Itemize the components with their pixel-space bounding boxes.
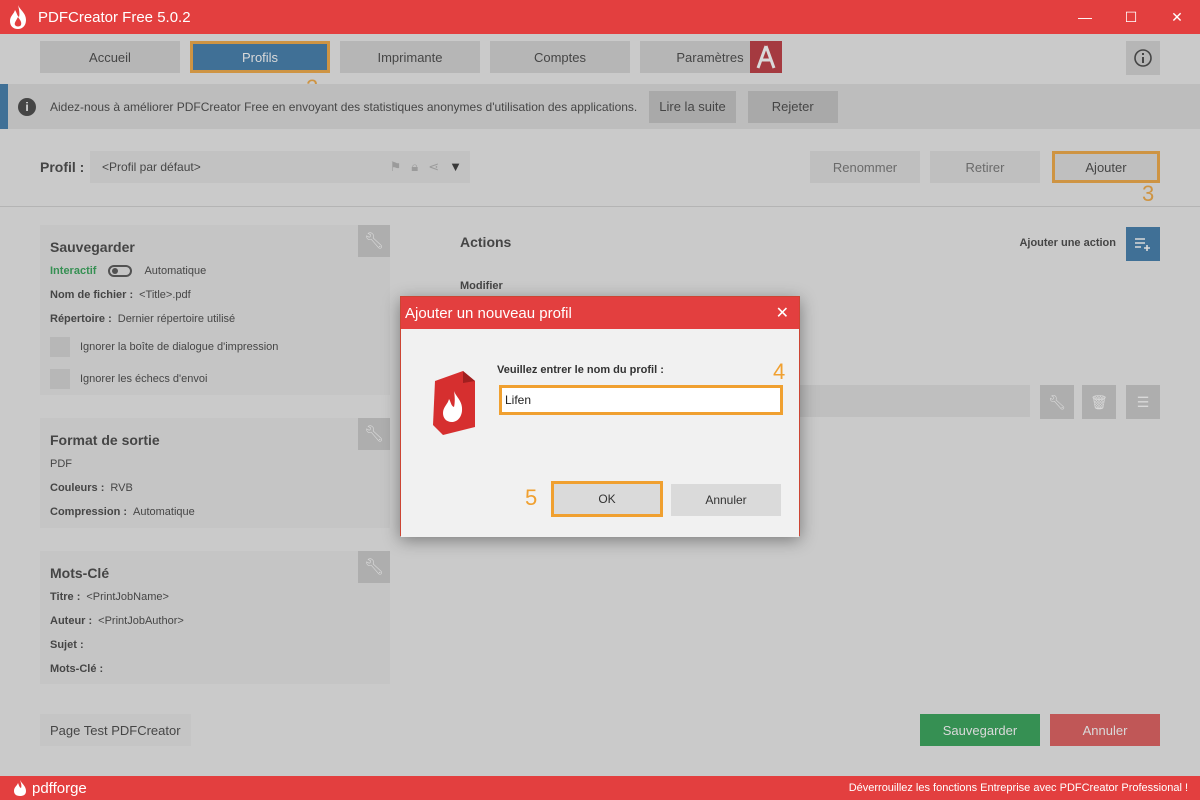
profile-name-prompt: Veuillez entrer le nom du profil :: [497, 364, 664, 376]
profile-name-input[interactable]: [499, 385, 783, 415]
step-marker-4: 4: [773, 359, 786, 384]
window-controls: — ☐ ✕: [1062, 0, 1200, 34]
maximize-icon[interactable]: ☐: [1108, 0, 1154, 34]
minimize-icon[interactable]: —: [1062, 0, 1108, 34]
dialog-cancel-button[interactable]: Annuler: [671, 484, 781, 516]
dialog-title: Ajouter un nouveau profil: [405, 304, 572, 322]
dialog-body: Veuillez entrer le nom du profil : 4 5 O…: [401, 329, 799, 537]
footer-bar: pdfforge Déverrouillez les fonctions Ent…: [0, 776, 1200, 800]
ok-button[interactable]: OK: [551, 481, 663, 517]
dialog-header: Ajouter un nouveau profil ✕: [401, 297, 799, 329]
pdfforge-flame-icon: [14, 780, 26, 796]
pdfcreator-document-icon: [433, 371, 475, 435]
close-icon[interactable]: ✕: [1154, 0, 1200, 34]
step-marker-5: 5: [525, 485, 538, 510]
enterprise-promo-link[interactable]: Déverrouillez les fonctions Entreprise a…: [849, 782, 1188, 794]
brand-name: pdfforge: [32, 779, 87, 797]
add-profile-dialog: Ajouter un nouveau profil ✕ Veuillez ent…: [400, 296, 800, 537]
title-bar: PDFCreator Free 5.0.2 — ☐ ✕: [0, 0, 1200, 34]
pdfforge-brand[interactable]: pdfforge: [12, 779, 87, 797]
close-icon[interactable]: ✕: [776, 303, 789, 323]
window-title: PDFCreator Free 5.0.2: [38, 8, 191, 26]
pdfcreator-flame-icon: [10, 5, 26, 29]
